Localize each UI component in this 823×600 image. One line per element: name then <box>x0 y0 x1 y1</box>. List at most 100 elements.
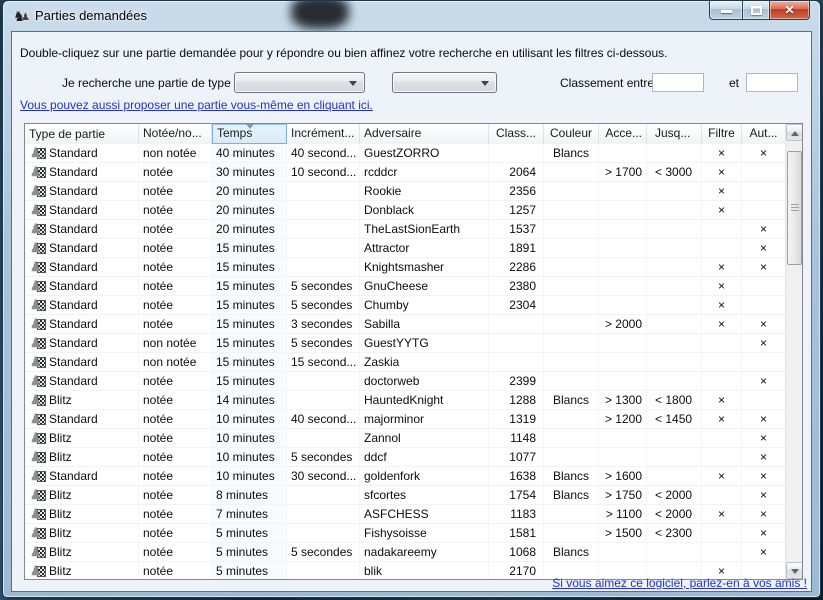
game-row[interactable]: ♟Blitznotée14 minutesHauntedKnight1288Bl… <box>25 391 785 410</box>
game-row[interactable]: ♟Standardnotée15 minutesAttractor1891× <box>25 239 785 258</box>
cell-time: 5 minutes <box>212 524 287 542</box>
column-header-auto[interactable]: Aut... <box>742 124 785 144</box>
column-header-accept_below[interactable]: Jusq... <box>647 124 702 144</box>
game-row[interactable]: ♟Blitznotée7 minutesASFCHESS1183> 1100< … <box>25 505 785 524</box>
cell-filter <box>702 239 742 257</box>
scrollbar-thumb[interactable] <box>787 151 802 265</box>
cell-adversary: Fishysoisse <box>360 524 489 542</box>
game-row[interactable]: ♟Standardnotée15 minutes3 secondesSabill… <box>25 315 785 334</box>
cell-rating <box>489 144 544 162</box>
cell-rating: 1077 <box>489 448 544 466</box>
cell-rated: notée <box>139 391 212 409</box>
game-row[interactable]: ♟Standardnotée15 minutes5 secondesChumby… <box>25 296 785 315</box>
cell-increment: 10 second... <box>287 163 360 181</box>
share-software-link[interactable]: Si vous aimez ce logiciel, parlez-en à v… <box>552 576 807 590</box>
column-header-color[interactable]: Couleur <box>544 124 599 144</box>
game-type-text: Standard <box>49 182 98 200</box>
game-type-dropdown[interactable] <box>234 72 365 93</box>
cell-adversary: ddcf <box>360 448 489 466</box>
minimize-button[interactable] <box>709 1 743 20</box>
game-variant-dropdown[interactable] <box>392 72 497 93</box>
cell-rated: notée <box>139 486 212 504</box>
column-header-rated[interactable]: Notée/no... <box>139 124 212 144</box>
column-header-increment[interactable]: Incrément... <box>287 124 360 144</box>
cell-rated: notée <box>139 448 212 466</box>
column-header-label: Aut... <box>749 126 777 140</box>
cell-type: ♟Standard <box>25 315 139 333</box>
cell-type: ♟Standard <box>25 220 139 238</box>
cell-type: ♟Blitz <box>25 429 139 447</box>
rating-max-input[interactable] <box>746 73 798 92</box>
game-type-text: Blitz <box>49 562 72 580</box>
cell-accept_above <box>599 353 647 371</box>
cell-increment <box>287 201 360 219</box>
game-row[interactable]: ♟Standardnon notée15 minutes5 secondesGu… <box>25 334 785 353</box>
vertical-scrollbar[interactable] <box>785 124 802 579</box>
scroll-up-button[interactable] <box>786 124 803 141</box>
glass-reflection <box>291 1 349 29</box>
cell-accept_below <box>647 201 702 219</box>
column-header-label: Couleur <box>550 126 592 140</box>
cell-time: 20 minutes <box>212 220 287 238</box>
cell-accept_above <box>599 201 647 219</box>
cell-filter <box>702 372 742 390</box>
cell-adversary: Rookie <box>360 182 489 200</box>
game-row[interactable]: ♟Standardnotée30 minutes10 second...rcdd… <box>25 163 785 182</box>
game-row[interactable]: ♟Standardnotée10 minutes30 second...gold… <box>25 467 785 486</box>
cell-accept_above <box>599 448 647 466</box>
column-header-filter[interactable]: Filtre <box>702 124 742 144</box>
game-row[interactable]: ♟Standardnotée20 minutesDonblack1257× <box>25 201 785 220</box>
cell-time: 5 minutes <box>212 543 287 561</box>
title-bar[interactable]: ♞♟ Parties demandées ✕ <box>3 1 820 31</box>
cell-rating: 2286 <box>489 258 544 276</box>
column-header-type[interactable]: Type de partie <box>25 124 139 144</box>
cell-rating: 1183 <box>489 505 544 523</box>
game-row[interactable]: ♟Standardnon notée40 minutes40 second...… <box>25 144 785 163</box>
game-row[interactable]: ♟Blitznotée8 minutessfcortes1754Blancs> … <box>25 486 785 505</box>
cell-accept_above: > 1700 <box>599 163 647 181</box>
arrow-down-icon <box>791 569 799 574</box>
maximize-button[interactable] <box>743 1 770 20</box>
column-header-rating[interactable]: Class... <box>489 124 544 144</box>
column-header-adversary[interactable]: Adversaire <box>360 124 489 144</box>
window-title: Parties demandées <box>35 8 147 23</box>
cell-auto <box>742 163 785 181</box>
cell-type: ♟Standard <box>25 334 139 352</box>
game-row[interactable]: ♟Standardnon notée15 minutes15 second...… <box>25 353 785 372</box>
game-row[interactable]: ♟Standardnotée15 minutesdoctorweb2399× <box>25 372 785 391</box>
cell-accept_below <box>647 467 702 485</box>
column-header-time[interactable]: Temps <box>212 124 287 144</box>
game-type-text: Standard <box>49 372 98 390</box>
cell-accept_below <box>647 239 702 257</box>
game-row[interactable]: ♟Standardnotée20 minutesTheLastSionEarth… <box>25 220 785 239</box>
game-row[interactable]: ♟Standardnotée10 minutes40 second...majo… <box>25 410 785 429</box>
cell-color <box>544 201 599 219</box>
game-row[interactable]: ♟Blitznotée5 minutesFishysoisse1581> 150… <box>25 524 785 543</box>
cell-color: Blancs <box>544 391 599 409</box>
cell-rated: notée <box>139 524 212 542</box>
game-row[interactable]: ♟Standardnotée15 minutesKnightsmasher228… <box>25 258 785 277</box>
cell-type: ♟Blitz <box>25 391 139 409</box>
cell-time: 5 minutes <box>212 562 287 580</box>
propose-game-link[interactable]: Vous pouvez aussi proposer une partie vo… <box>20 98 373 112</box>
game-type-text: Standard <box>49 353 98 371</box>
game-row[interactable]: ♟Standardnotée20 minutesRookie2356× <box>25 182 785 201</box>
game-row[interactable]: ♟Standardnotée15 minutes5 secondesGnuChe… <box>25 277 785 296</box>
game-row[interactable]: ♟Blitznotée10 minutes5 secondesddcf1077× <box>25 448 785 467</box>
cell-accept_below: < 2000 <box>647 486 702 504</box>
column-header-accept_above[interactable]: Acce... <box>599 124 647 144</box>
cell-auto: × <box>742 258 785 276</box>
game-row[interactable]: ♟Blitznotée10 minutesZannol1148× <box>25 429 785 448</box>
cell-filter: × <box>702 182 742 200</box>
close-button[interactable]: ✕ <box>770 1 810 20</box>
game-row[interactable]: ♟Blitznotée5 minutes5 secondesnadakareem… <box>25 543 785 562</box>
cell-type: ♟Standard <box>25 182 139 200</box>
cell-accept_below <box>647 334 702 352</box>
game-type-text: Blitz <box>49 391 72 409</box>
cell-increment <box>287 562 360 580</box>
rating-min-input[interactable] <box>652 73 704 92</box>
cell-rating: 1891 <box>489 239 544 257</box>
cell-type: ♟Standard <box>25 239 139 257</box>
cell-adversary: rcddcr <box>360 163 489 181</box>
chevron-down-icon <box>481 81 489 86</box>
